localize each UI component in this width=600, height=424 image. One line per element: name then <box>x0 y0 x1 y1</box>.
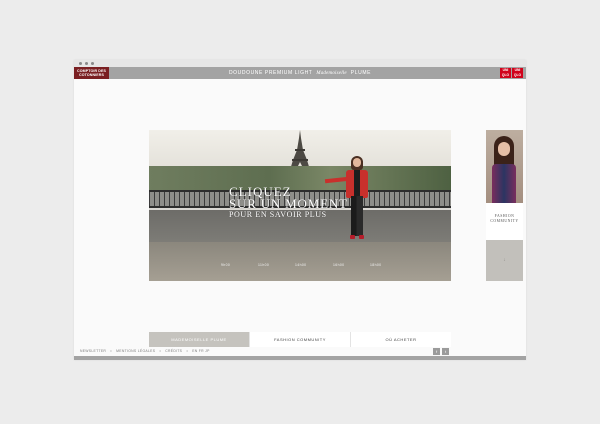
timeline-item[interactable]: 16h00 <box>333 263 344 267</box>
footer: NEWSLETTER • MENTIONS LÉGALES • CRÉDITS … <box>74 348 526 356</box>
page-title: DOUDOUNE PREMIUM LIGHT Mademoiselle PLUM… <box>74 70 526 76</box>
pavement <box>149 242 451 281</box>
section-tabs: MADEMOISELLE PLUME FASHION COMMUNITY OÙ … <box>149 332 451 347</box>
facebook-icon[interactable]: f <box>433 348 440 355</box>
model-shoe-right <box>359 235 364 239</box>
timeline-item[interactable]: 14h00 <box>295 263 306 267</box>
footer-separator: • <box>159 349 162 353</box>
title-prefix: DOUDOUNE PREMIUM LIGHT <box>228 70 313 76</box>
hero-image[interactable]: CLIQUEZ SUR UN MOMENT POUR EN SAVOIR PLU… <box>149 130 451 281</box>
fashion-community-panel[interactable]: FASHION COMMUNITY ↓ <box>486 130 523 281</box>
window-maximize-dot[interactable] <box>91 62 94 65</box>
tab-ou-acheter[interactable]: OÙ ACHETER <box>351 332 451 347</box>
uniqlo-logo-1[interactable]: UNI QLO <box>500 68 511 78</box>
tab-fashion-community[interactable]: FASHION COMMUNITY <box>250 332 351 347</box>
footer-language-switch[interactable]: EN FR JP <box>192 349 209 353</box>
footer-separator: • <box>186 349 188 353</box>
community-caption[interactable]: FASHION COMMUNITY <box>486 203 523 240</box>
title-script: Mademoiselle <box>316 71 347 76</box>
community-body <box>492 164 516 203</box>
community-photo[interactable] <box>486 130 523 203</box>
footer-link-newsletter[interactable]: NEWSLETTER <box>80 349 106 353</box>
browser-window: COMPTOIR DES COTONNIERS DOUDOUNE PREMIUM… <box>74 60 526 360</box>
hero-line3: POUR EN SAVOIR PLUS <box>229 210 327 219</box>
bottom-bar <box>74 356 526 360</box>
site-header: COMPTOIR DES COTONNIERS DOUDOUNE PREMIUM… <box>74 67 526 79</box>
footer-link-mentions[interactable]: MENTIONS LÉGALES <box>116 349 155 353</box>
eiffel-tower-icon <box>290 130 310 170</box>
model-top <box>354 170 360 196</box>
title-suffix: PLUME <box>350 70 372 76</box>
caption-line2: COMMUNITY <box>490 219 519 223</box>
window-chrome <box>74 60 526 67</box>
model-face <box>353 158 361 167</box>
footer-separator: • <box>110 349 112 353</box>
footer-link-credits[interactable]: CRÉDITS <box>165 349 182 353</box>
community-face <box>498 142 510 156</box>
window-minimize-dot[interactable] <box>85 62 88 65</box>
timeline-item[interactable]: 18h00 <box>370 263 381 267</box>
hero-headline: CLIQUEZ SUR UN MOMENT POUR EN SAVOIR PLU… <box>229 185 348 219</box>
timeline-item[interactable]: 9h00 <box>221 263 230 267</box>
timeline-item[interactable]: 11h00 <box>258 263 269 267</box>
window-close-dot[interactable] <box>79 62 82 65</box>
scroll-down-icon[interactable]: ↓ <box>486 240 523 281</box>
timeline: 9h00 11h00 14h00 16h00 18h00 <box>149 263 451 269</box>
model-legs <box>351 196 363 236</box>
uniqlo-logo-2[interactable]: UNI QLO <box>512 68 523 78</box>
model-shoe-left <box>350 235 355 239</box>
footer-links: NEWSLETTER • MENTIONS LÉGALES • CRÉDITS … <box>80 349 213 353</box>
twitter-icon[interactable]: t <box>442 348 449 355</box>
tab-mademoiselle-plume[interactable]: MADEMOISELLE PLUME <box>149 332 250 347</box>
hero-line2: SUR UN MOMENT <box>229 196 348 211</box>
